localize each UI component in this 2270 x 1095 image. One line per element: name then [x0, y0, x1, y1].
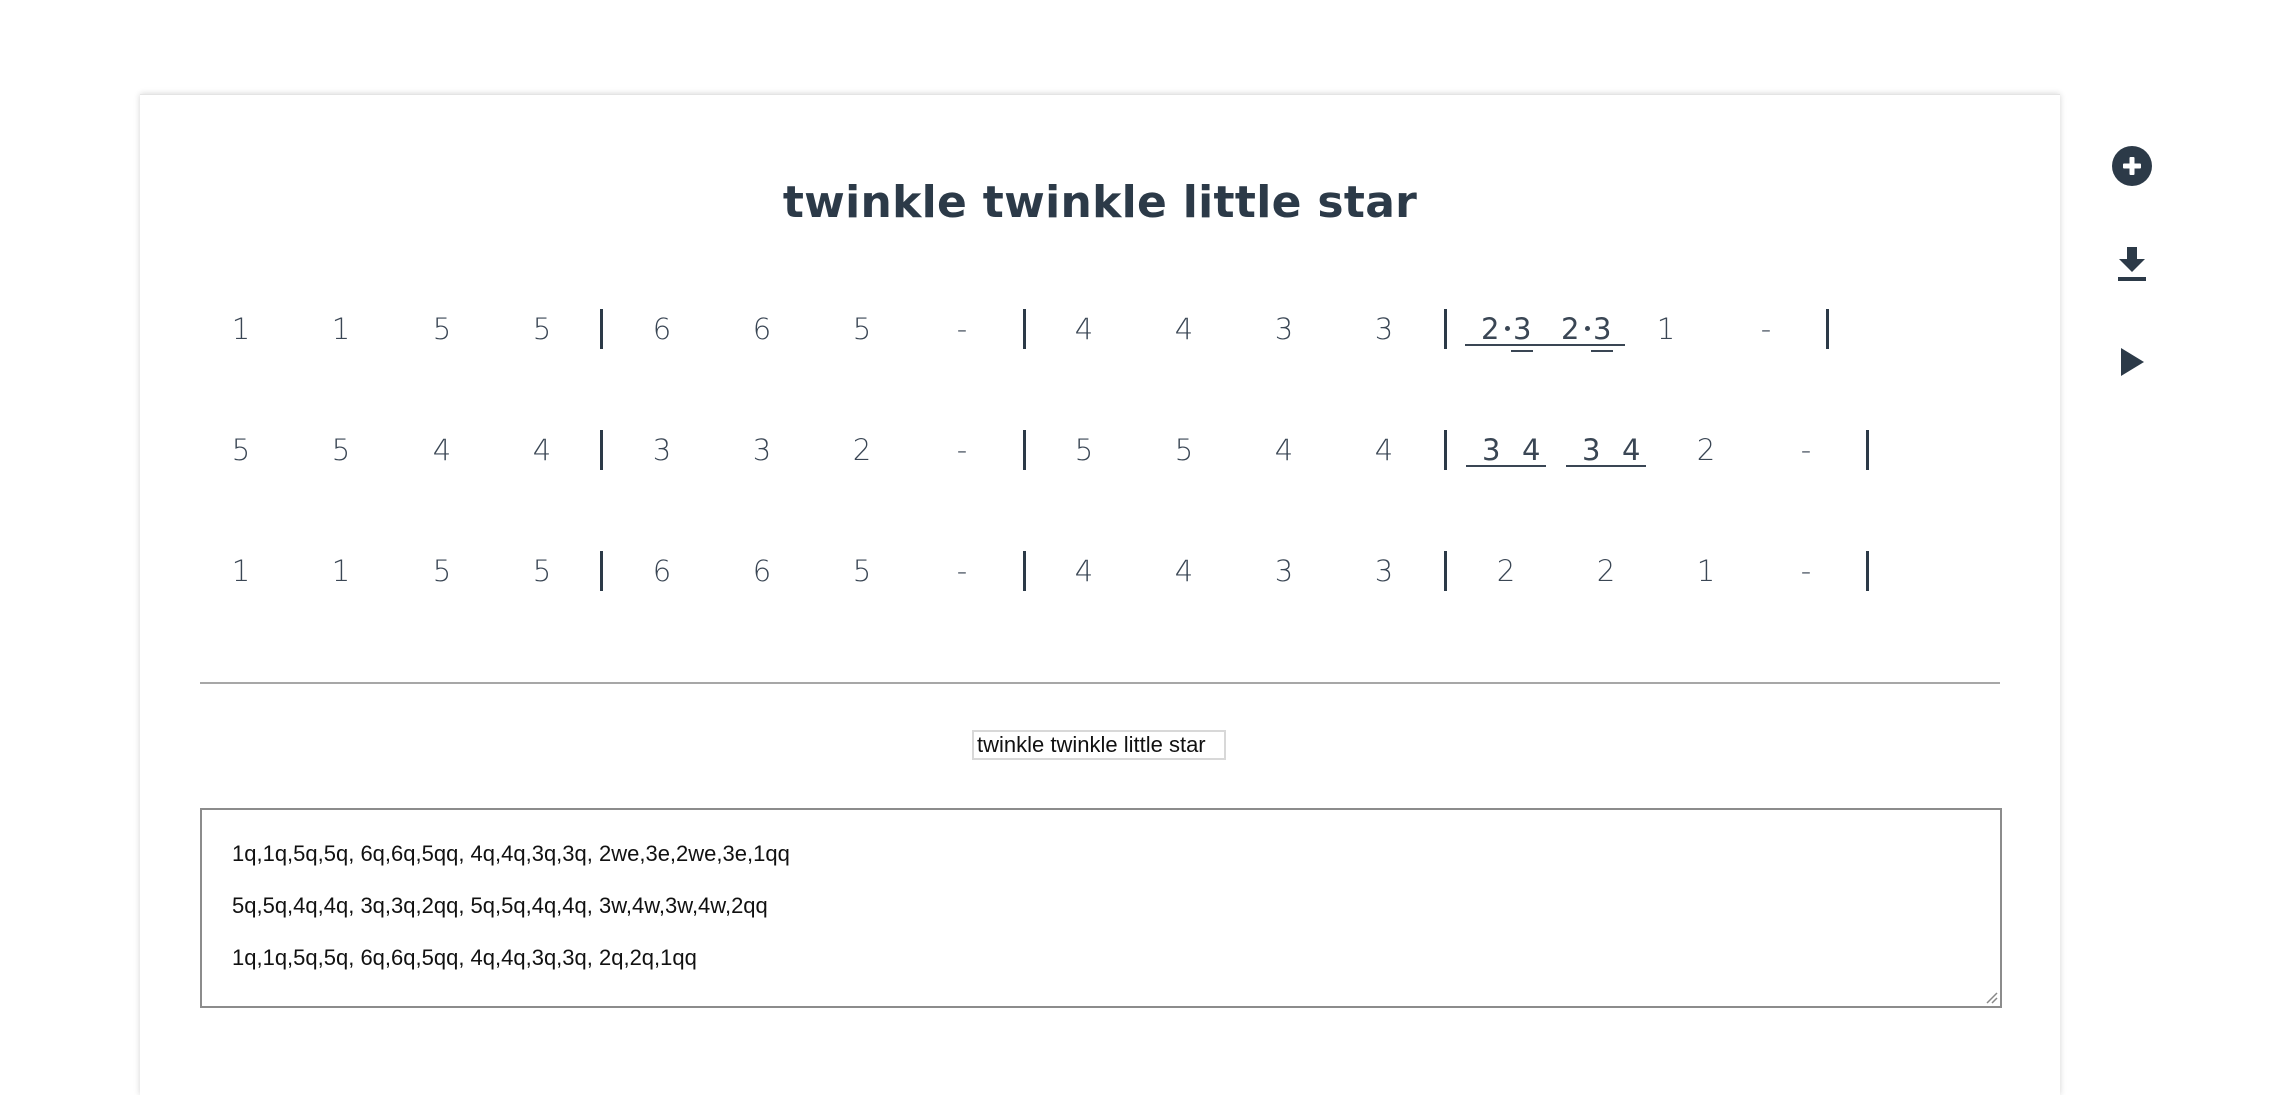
note: 4	[1074, 554, 1094, 588]
note: 3	[1582, 433, 1601, 467]
source-line: 5q,5q,4q,4q, 3q,3q,2qq, 5q,5q,4q,4q, 3w,…	[232, 893, 768, 918]
eighth-underline	[1466, 465, 1546, 467]
note-hold: -	[956, 554, 968, 588]
note: 6	[652, 554, 672, 588]
bar-line	[1444, 551, 1447, 591]
note: 4	[1374, 433, 1394, 467]
note: 4	[1274, 433, 1294, 467]
score-line-2: 5 5 4 4 3 3 2 - 5 5 4 4 3 4 3 4 2 -	[140, 420, 2060, 480]
note: 5	[432, 554, 452, 588]
bar-line	[1023, 551, 1026, 591]
eighth-underline	[1566, 465, 1646, 467]
note-hold: -	[1800, 433, 1812, 467]
note: 5	[532, 312, 552, 346]
note: 4	[1174, 554, 1194, 588]
note: 6	[652, 312, 672, 346]
note: 2	[1596, 554, 1616, 588]
bar-line	[600, 430, 603, 470]
note: 3	[752, 433, 772, 467]
sixteenth-underline	[1511, 350, 1533, 352]
bar-line	[600, 309, 603, 349]
note: 4	[1074, 312, 1094, 346]
bar-line	[1866, 551, 1869, 591]
note: 1	[1656, 312, 1676, 346]
note: 4	[1622, 433, 1641, 467]
play-icon	[2121, 348, 2144, 376]
play-button[interactable]	[2108, 338, 2156, 386]
note: 5	[1074, 433, 1094, 467]
bar-line	[1444, 309, 1447, 349]
note-group: 2 3	[1545, 299, 1625, 359]
note: 4	[432, 433, 452, 467]
add-button[interactable]	[2108, 142, 2156, 190]
note: 5	[231, 433, 251, 467]
dot-mark	[1505, 326, 1510, 331]
score-card: twinkle twinkle little star 1 1 5 5 6 6 …	[140, 94, 2060, 1095]
source-line: 1q,1q,5q,5q, 6q,6q,5qq, 4q,4q,3q,3q, 2we…	[232, 841, 790, 866]
note: 2	[852, 433, 872, 467]
plus-circle-icon	[2112, 146, 2152, 186]
note: 4	[1522, 433, 1541, 467]
note: 4	[532, 433, 552, 467]
source-line: 1q,1q,5q,5q, 6q,6q,5qq, 4q,4q,3q,3q, 2q,…	[232, 945, 697, 970]
song-title-input[interactable]	[972, 730, 1226, 760]
jianpu-score: 1 1 5 5 6 6 5 - 4 4 3 3 2 3 2 3 1 - 5 5 …	[140, 95, 2060, 655]
note: 3	[1374, 312, 1394, 346]
note-group: 2 3	[1465, 299, 1545, 359]
note: 5	[852, 554, 872, 588]
sixteenth-underline	[1591, 350, 1613, 352]
note-hold: -	[1760, 312, 1772, 346]
score-line-3: 1 1 5 5 6 6 5 - 4 4 3 3 2 2 1 -	[140, 541, 2060, 601]
note: 2	[1481, 312, 1500, 346]
note: 5	[532, 554, 552, 588]
download-icon	[2118, 247, 2146, 281]
note-hold: -	[1800, 554, 1812, 588]
note: 1	[231, 554, 251, 588]
bar-line	[1023, 430, 1026, 470]
note: 2	[1496, 554, 1516, 588]
note: 5	[331, 433, 351, 467]
resize-grip-icon[interactable]	[1984, 990, 1998, 1004]
note: 1	[1696, 554, 1716, 588]
notation-source-textarea[interactable]: 1q,1q,5q,5q, 6q,6q,5qq, 4q,4q,3q,3q, 2we…	[200, 808, 2002, 1008]
note: 6	[752, 312, 772, 346]
note: 5	[1174, 433, 1194, 467]
note: 3	[652, 433, 672, 467]
bar-line	[1444, 430, 1447, 470]
bar-line	[1866, 430, 1869, 470]
note-group: 3 4	[1566, 420, 1646, 480]
note: 1	[331, 312, 351, 346]
note: 3	[1374, 554, 1394, 588]
note-hold: -	[956, 433, 968, 467]
download-button[interactable]	[2108, 240, 2156, 288]
score-line-1: 1 1 5 5 6 6 5 - 4 4 3 3 2 3 2 3 1 -	[140, 299, 2060, 359]
dot-mark	[1585, 326, 1590, 331]
note-group: 3 4	[1466, 420, 1546, 480]
note: 5	[432, 312, 452, 346]
note: 5	[852, 312, 872, 346]
bar-line	[1023, 309, 1026, 349]
note: 3	[1274, 312, 1294, 346]
note: 6	[752, 554, 772, 588]
eighth-underline	[1545, 344, 1625, 346]
bar-line	[600, 551, 603, 591]
note: 1	[331, 554, 351, 588]
note-hold: -	[956, 312, 968, 346]
note: 2	[1561, 312, 1580, 346]
eighth-underline	[1465, 344, 1545, 346]
note: 3	[1274, 554, 1294, 588]
bar-line	[1826, 309, 1829, 349]
note: 3	[1482, 433, 1501, 467]
note: 2	[1696, 433, 1716, 467]
note: 4	[1174, 312, 1194, 346]
note: 1	[231, 312, 251, 346]
section-divider	[200, 682, 2000, 684]
